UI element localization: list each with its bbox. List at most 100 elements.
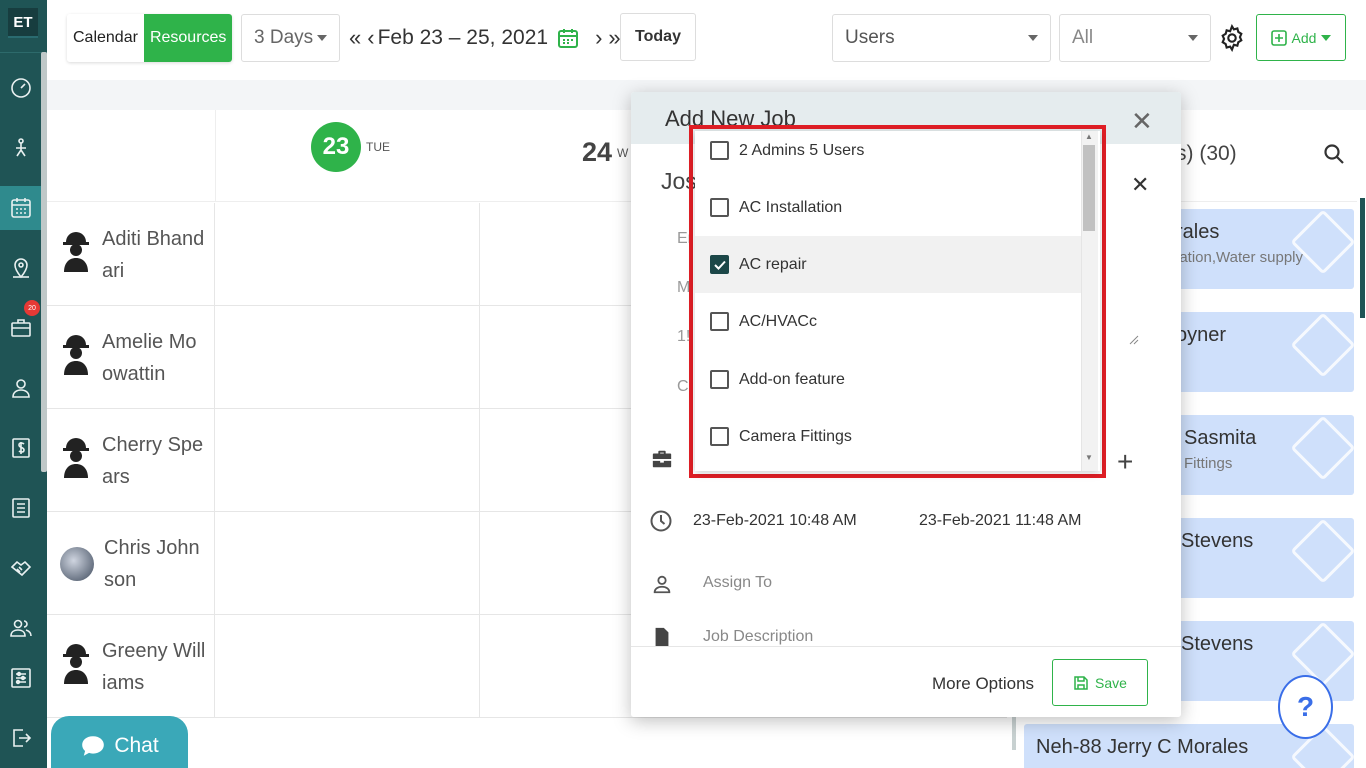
job-type-option[interactable]: Camera Fittings xyxy=(695,408,1081,465)
resource-cell[interactable]: Cherry Spears xyxy=(47,409,215,512)
resize-grip-icon[interactable] xyxy=(1129,335,1139,345)
assign-to-field[interactable]: Assign To xyxy=(703,574,772,592)
nav-reports[interactable] xyxy=(0,486,41,530)
plus-square-icon xyxy=(1270,29,1287,46)
nav-clients[interactable] xyxy=(0,366,41,410)
checkbox[interactable] xyxy=(710,427,729,446)
job-subtitle: Fittings xyxy=(1184,455,1233,472)
modal-footer: More Options Save xyxy=(631,646,1181,717)
add-job-type-icon[interactable]: + xyxy=(1117,446,1133,478)
search-icon[interactable] xyxy=(1322,142,1346,166)
save-label: Save xyxy=(1095,674,1127,691)
help-button[interactable]: ? xyxy=(1278,675,1333,739)
gear-icon[interactable] xyxy=(1218,24,1246,52)
job-type-option-label: AC Installation xyxy=(739,198,843,216)
job-title: oyner xyxy=(1176,324,1227,346)
dashboard-icon xyxy=(10,78,31,98)
tag-icon xyxy=(1290,312,1354,378)
status-filter-select[interactable]: All xyxy=(1059,14,1211,62)
resources-view-button[interactable]: Resources xyxy=(143,14,233,62)
date-range-label: Feb 23 – 25, 2021 xyxy=(377,26,549,49)
nav-jobs[interactable]: 20 xyxy=(0,300,41,350)
range-select[interactable]: 3 Days xyxy=(241,14,340,62)
resource-name: Aditi Bhandari xyxy=(102,227,205,282)
user-icon xyxy=(11,379,30,398)
day-header-24[interactable]: 24 W xyxy=(582,137,628,168)
users-filter-select[interactable]: Users xyxy=(832,14,1051,62)
dollar-icon xyxy=(11,438,30,458)
panel-scrollbar[interactable] xyxy=(1360,198,1365,318)
resource-name: Greeny Williams xyxy=(102,639,206,694)
job-type-option[interactable]: AC Installation xyxy=(695,179,1081,236)
nav-dashboard[interactable] xyxy=(0,66,41,110)
day-header-23[interactable]: 23 TUE xyxy=(311,122,390,172)
save-button[interactable]: Save xyxy=(1052,659,1148,706)
checkbox[interactable] xyxy=(710,312,729,331)
tag-icon xyxy=(1290,518,1354,584)
grid-line xyxy=(479,512,480,615)
resource-cell[interactable]: Greeny Williams xyxy=(47,615,215,718)
job-title: Stevens xyxy=(1181,633,1254,655)
add-button[interactable]: Add xyxy=(1256,14,1346,61)
nav-users[interactable] xyxy=(0,606,41,650)
more-options-button[interactable]: More Options xyxy=(932,674,1034,694)
resource-name: Amelie Moowattin xyxy=(102,330,197,385)
job-type-option[interactable]: AC repair xyxy=(695,236,1081,293)
close-icon[interactable]: ✕ xyxy=(1131,106,1153,137)
resource-cell[interactable]: Chris Johnson xyxy=(47,512,215,615)
tag-icon xyxy=(1290,415,1354,481)
nav-logout[interactable] xyxy=(0,716,41,760)
nav-invoices[interactable] xyxy=(0,426,41,470)
checkbox-checked[interactable] xyxy=(710,255,729,274)
nav-settings[interactable] xyxy=(0,656,41,700)
checkbox[interactable] xyxy=(710,141,729,160)
nav-handshake[interactable] xyxy=(0,546,41,590)
job-type-dropdown: 2 Admins 5 Users AC Installation AC repa… xyxy=(695,131,1100,471)
start-datetime[interactable]: 23-Feb-2021 10:48 AM xyxy=(693,512,857,530)
range-select-value: 3 Days xyxy=(254,27,314,48)
calendar-picker-icon[interactable] xyxy=(556,26,580,50)
job-type-option[interactable]: 2 Admins 5 Users xyxy=(695,131,1081,179)
scroll-up-icon[interactable]: ▲ xyxy=(1085,132,1093,141)
chat-bubble-icon xyxy=(82,736,105,756)
clear-client-icon[interactable]: ✕ xyxy=(1131,172,1149,198)
chevron-down-icon xyxy=(1188,35,1198,41)
double-chevron-left-icon[interactable]: « xyxy=(346,25,364,51)
logout-icon xyxy=(12,729,31,747)
scroll-down-icon[interactable]: ▼ xyxy=(1085,453,1093,462)
handshake-icon xyxy=(10,560,31,577)
job-type-option[interactable]: Add-on feature xyxy=(695,351,1081,408)
checkmark-icon xyxy=(713,260,726,270)
resource-cell[interactable]: Aditi Bhandari xyxy=(47,203,215,306)
nav-map[interactable] xyxy=(0,246,41,290)
resource-cell[interactable]: Amelie Moowattin xyxy=(47,306,215,409)
job-title: Stevens xyxy=(1181,530,1254,552)
save-icon xyxy=(1074,675,1088,690)
job-subtitle: lation,Water supply xyxy=(1176,249,1304,266)
today-button[interactable]: Today xyxy=(620,13,696,61)
resource-name: Chris Johnson xyxy=(104,536,200,591)
chat-button[interactable]: Chat xyxy=(51,716,188,768)
nav-dispatch[interactable] xyxy=(0,126,41,170)
job-type-option-label: Add-on feature xyxy=(739,370,845,388)
job-type-option[interactable]: AC/HVACc xyxy=(695,293,1081,350)
checkbox[interactable] xyxy=(710,370,729,389)
job-type-option-label: 2 Admins 5 Users xyxy=(739,141,865,159)
calendar-view-button[interactable]: Calendar xyxy=(67,14,144,62)
add-button-label: Add xyxy=(1291,29,1317,46)
dropdown-scroll-thumb[interactable] xyxy=(1083,145,1095,231)
nav-calendar[interactable] xyxy=(0,186,41,230)
left-sidebar: ET 20 xyxy=(0,0,47,768)
end-datetime[interactable]: 23-Feb-2021 11:48 AM xyxy=(919,512,1081,530)
job-description-field[interactable]: Job Description xyxy=(703,628,813,646)
chevron-right-icon[interactable]: › xyxy=(592,25,605,51)
calendar-icon xyxy=(10,198,31,218)
app-logo[interactable]: ET xyxy=(8,8,38,38)
checkbox[interactable] xyxy=(710,198,729,217)
users-icon xyxy=(9,619,32,637)
worker-avatar-icon xyxy=(60,230,92,279)
day-number: 23 xyxy=(311,122,361,172)
chevron-left-icon[interactable]: ‹ xyxy=(364,25,377,51)
resource-name: Cherry Spears xyxy=(102,433,204,488)
sliders-icon xyxy=(10,668,31,688)
